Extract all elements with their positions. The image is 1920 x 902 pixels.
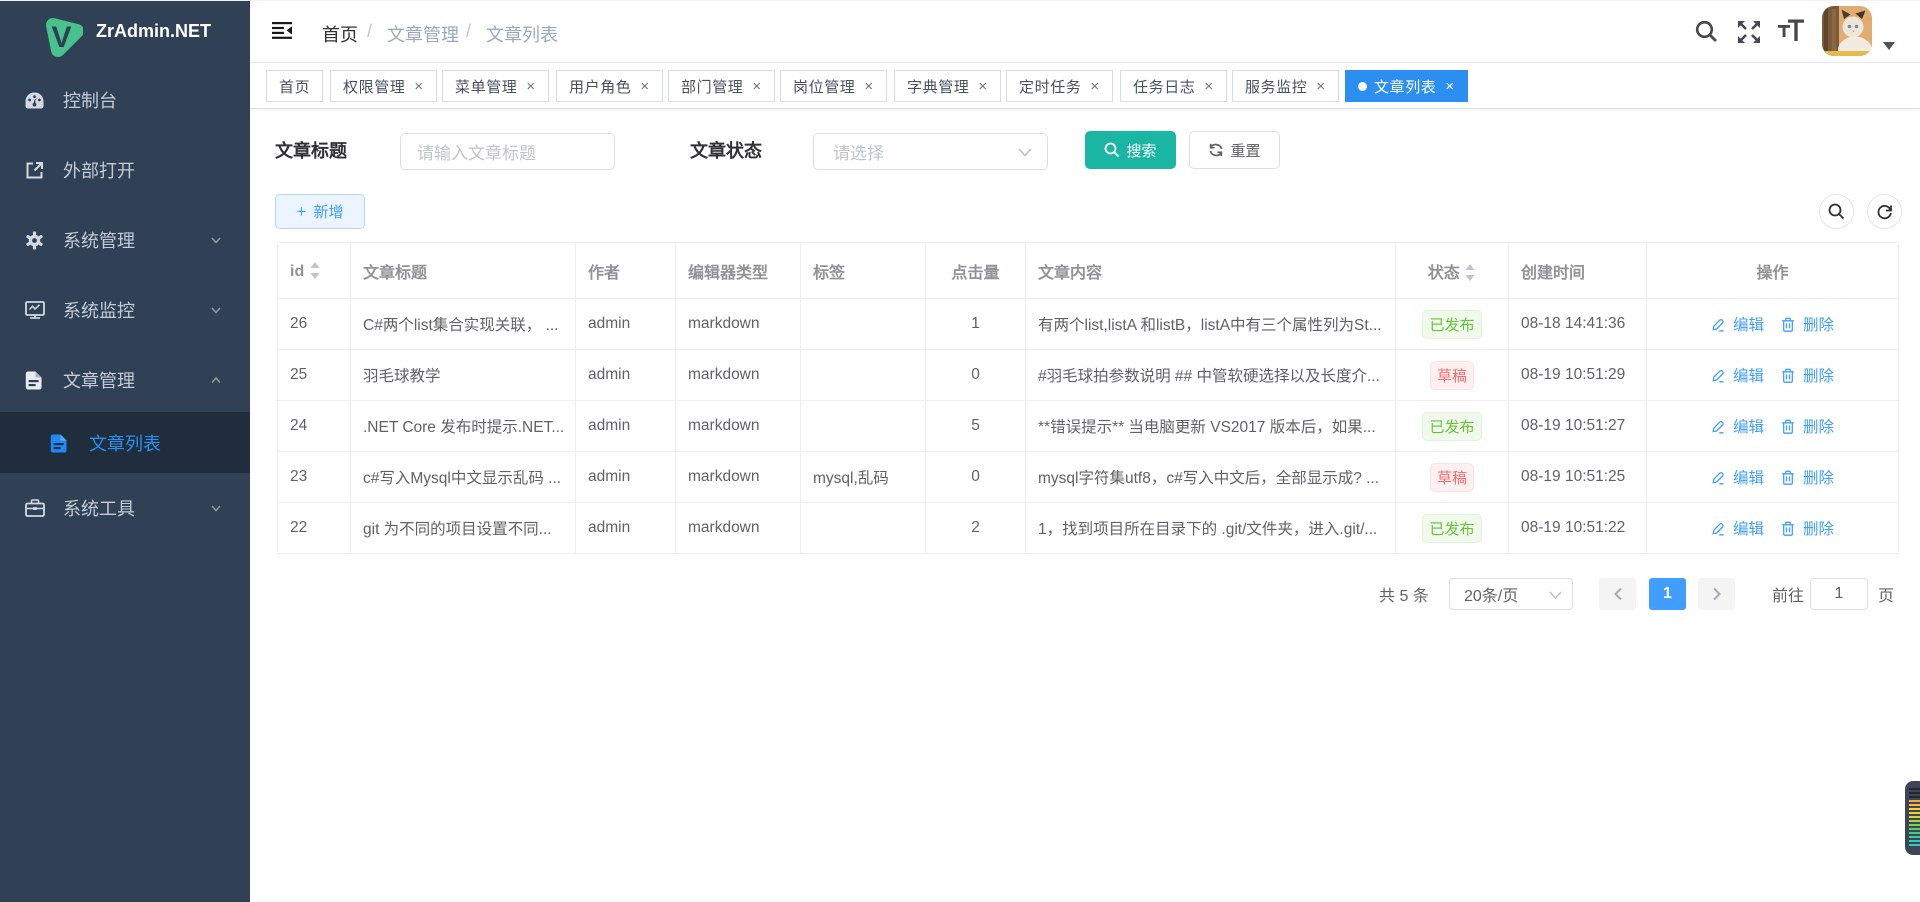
svg-text:V: V bbox=[51, 21, 71, 54]
